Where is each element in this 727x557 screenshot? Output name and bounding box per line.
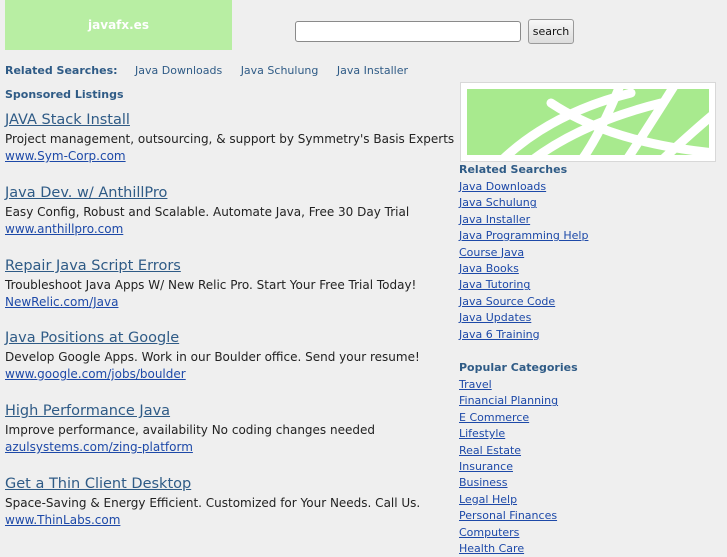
sidebar-category-link[interactable]: E Commerce (459, 411, 529, 424)
sidebar-category-link[interactable]: Business (459, 476, 508, 489)
sidebar-category-link[interactable]: Real Estate (459, 444, 521, 457)
sidebar-popular-categories: Popular Categories Travel Financial Plan… (459, 361, 578, 557)
ad-url-link[interactable]: www.anthillpro.com (5, 221, 450, 237)
ad-description: Develop Google Apps. Work in our Boulder… (5, 350, 420, 364)
ad-description: Easy Config, Robust and Scalable. Automa… (5, 205, 410, 219)
ad-title-link[interactable]: Repair Java Script Errors (5, 257, 450, 276)
sidebar-related-heading: Related Searches (459, 163, 568, 176)
sidebar-category-link[interactable]: Financial Planning (459, 394, 558, 407)
ad-listing: High Performance Java Improve performanc… (5, 402, 450, 455)
sidebar-related-link[interactable]: Java Schulung (459, 196, 537, 209)
ad-description: Troubleshoot Java Apps W/ New Relic Pro.… (5, 278, 417, 292)
ad-title-link[interactable]: Get a Thin Client Desktop (5, 475, 450, 494)
ad-url-link[interactable]: www.Sym-Corp.com (5, 148, 450, 164)
ad-url-link[interactable]: azulsystems.com/zing-platform (5, 439, 450, 455)
sidebar-related-link[interactable]: Java Programming Help (459, 229, 588, 242)
top-related-link[interactable]: Java Schulung (241, 64, 319, 77)
search-input[interactable] (295, 21, 521, 42)
sidebar-related-link[interactable]: Java Downloads (459, 180, 546, 193)
sidebar-related-searches: Related Searches Java Downloads Java Sch… (459, 163, 588, 343)
ad-description: Project management, outsourcing, & suppo… (5, 132, 455, 146)
ad-title-link[interactable]: High Performance Java (5, 402, 450, 421)
sidebar-related-link[interactable]: Java Books (459, 262, 519, 275)
sidebar-popular-heading: Popular Categories (459, 361, 578, 374)
sidebar-related-link[interactable]: Java Source Code (459, 295, 555, 308)
top-related-link[interactable]: Java Downloads (135, 64, 222, 77)
ad-listing: Java Positions at Google Develop Google … (5, 329, 450, 382)
sidebar-category-link[interactable]: Computers (459, 526, 519, 539)
ad-listing: JAVA Stack Install Project management, o… (5, 111, 455, 164)
sidebar-banner-image (460, 82, 716, 162)
sidebar-category-link[interactable]: Health Care (459, 542, 524, 555)
ad-description: Improve performance, availability No cod… (5, 423, 375, 437)
sidebar-related-link[interactable]: Java Updates (459, 311, 531, 324)
header-bar: javafx.es search (0, 0, 727, 50)
sidebar-related-link[interactable]: Java Tutoring (459, 278, 530, 291)
sidebar-category-link[interactable]: Insurance (459, 460, 513, 473)
sidebar-related-link[interactable]: Course Java (459, 246, 524, 259)
ad-title-link[interactable]: Java Dev. w/ AnthillPro (5, 184, 450, 203)
ad-title-link[interactable]: JAVA Stack Install (5, 111, 450, 130)
ad-url-link[interactable]: www.ThinLabs.com (5, 512, 450, 528)
sidebar-category-link[interactable]: Legal Help (459, 493, 517, 506)
top-related-link[interactable]: Java Installer (337, 64, 408, 77)
ad-listing: Repair Java Script Errors Troubleshoot J… (5, 257, 450, 310)
ad-listing: Java Dev. w/ AnthillPro Easy Config, Rob… (5, 184, 450, 237)
sidebar-related-link[interactable]: Java 6 Training (459, 328, 540, 341)
search-button[interactable]: search (528, 19, 574, 44)
ad-url-link[interactable]: NewRelic.com/Java (5, 294, 450, 310)
logo-text: javafx.es (88, 18, 149, 32)
site-logo[interactable]: javafx.es (5, 0, 232, 50)
related-searches-label: Related Searches: (5, 64, 118, 77)
sidebar-category-link[interactable]: Personal Finances (459, 509, 557, 522)
ad-description: Space-Saving & Energy Efficient. Customi… (5, 496, 421, 510)
ad-title-link[interactable]: Java Positions at Google (5, 329, 450, 348)
top-related-searches: Related Searches: Java Downloads Java Sc… (5, 64, 423, 77)
sidebar-category-link[interactable]: Travel (459, 378, 492, 391)
sponsored-listings-label: Sponsored Listings (5, 88, 124, 101)
sidebar-related-link[interactable]: Java Installer (459, 213, 530, 226)
sidebar-category-link[interactable]: Lifestyle (459, 427, 505, 440)
ad-url-link[interactable]: www.google.com/jobs/boulder (5, 366, 450, 382)
globe-graphic (461, 83, 715, 161)
ad-listing: Get a Thin Client Desktop Space-Saving &… (5, 475, 450, 528)
